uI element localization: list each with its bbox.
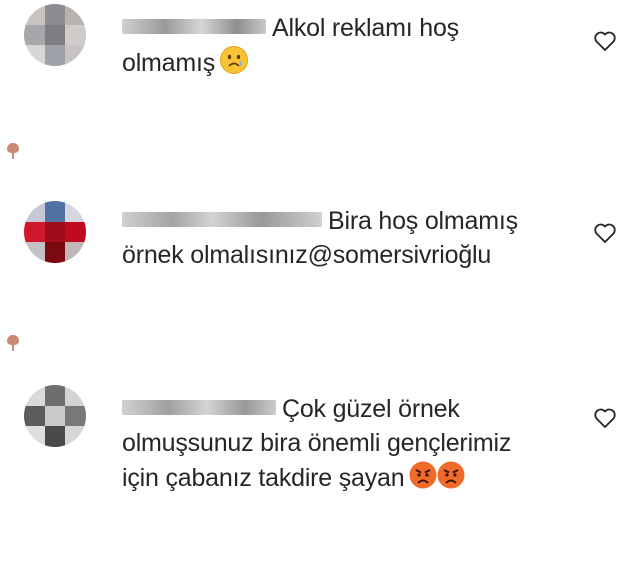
heart-icon[interactable] [593, 30, 617, 52]
avatar-pixel [44, 4, 66, 25]
avatar-pixel [24, 4, 45, 25]
avatar-pixel [65, 405, 86, 427]
avatar-pixel [44, 242, 66, 263]
avatar-pixel [24, 405, 45, 427]
avatar-pixel [44, 45, 66, 66]
avatar-pixel [44, 405, 66, 427]
comment-text: Çok güzel örnek olmuşsunuz bira önemli g… [122, 392, 542, 499]
avatar-pixel [65, 201, 86, 222]
avatar-pixel [44, 385, 66, 406]
avatar-pixel [44, 426, 66, 447]
angry-faces-icon [408, 460, 466, 499]
username-blurred[interactable] [122, 400, 276, 415]
avatar-pixel [44, 201, 66, 222]
username-blurred[interactable] [122, 19, 266, 34]
heart-icon[interactable] [593, 222, 617, 244]
avatar[interactable] [24, 385, 86, 447]
avatar-pixel [44, 24, 66, 46]
avatar-pixel [24, 201, 45, 222]
avatar-pixel [24, 426, 45, 447]
avatar-pixel [65, 426, 86, 447]
avatar-pixel [65, 385, 86, 406]
pin-icon [7, 143, 19, 159]
avatar-pixel [65, 24, 86, 46]
pin-icon [7, 335, 19, 351]
avatar-pixel [24, 385, 45, 406]
avatar-pixel [65, 242, 86, 263]
avatar-pixel [24, 45, 45, 66]
avatar-pixel [44, 221, 66, 243]
avatar-pixel [65, 4, 86, 25]
avatar-pixel [24, 221, 45, 243]
avatar[interactable] [24, 4, 86, 66]
avatar[interactable] [24, 201, 86, 263]
avatar-pixel [65, 221, 86, 243]
heart-icon[interactable] [593, 407, 617, 429]
comment-text: Bira hoş olmamış örnek olmalısınız@somer… [122, 204, 542, 272]
crying-face-icon [219, 45, 249, 84]
avatar-pixel [65, 45, 86, 66]
comment-text: Alkol reklamı hoş olmamış [122, 11, 542, 84]
avatar-pixel [24, 24, 45, 46]
username-blurred[interactable] [122, 212, 322, 227]
avatar-pixel [24, 242, 45, 263]
